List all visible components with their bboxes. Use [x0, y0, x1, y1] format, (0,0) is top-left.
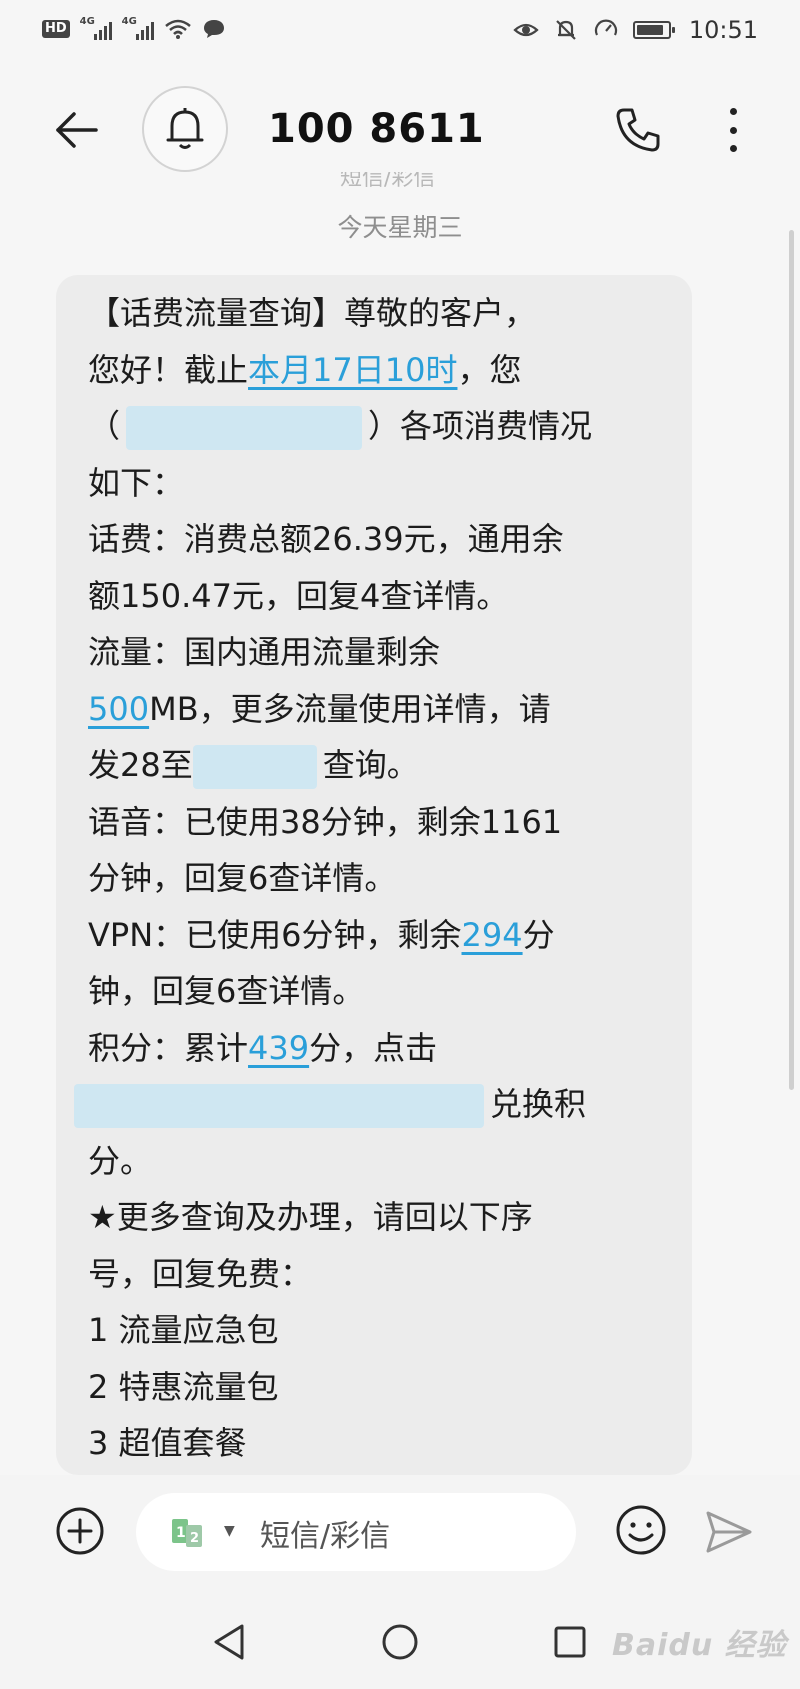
- back-arrow-icon[interactable]: [50, 102, 106, 158]
- message-line: 500MB，更多流量使用详情，请: [88, 689, 551, 728]
- message-line: 钟，回复6查详情。: [88, 972, 365, 1010]
- wifi-icon: [164, 19, 191, 39]
- message-line: ★更多查询及办理，请回以下序: [88, 1198, 533, 1236]
- nav-back-icon[interactable]: [210, 1622, 248, 1662]
- cell-signal-1-icon: 4G: [80, 16, 112, 40]
- message-text: 【话费流量查询】尊敬的客户， 您好！截止本月17日10时，您 （）各项消费情况 …: [74, 285, 668, 1472]
- redacted-number: [192, 745, 317, 789]
- message-line: 语音：已使用38分钟，剩余1161: [88, 802, 563, 841]
- eye-comfort-icon: [513, 23, 539, 37]
- status-time: 10:51: [688, 16, 758, 44]
- message-line: 分钟，回复6查详情。: [88, 859, 397, 897]
- date-separator: 今天星期三: [337, 213, 463, 242]
- message-line: 额150.47元，回复4查详情。: [88, 576, 509, 615]
- sim-card-icon[interactable]: 1 2: [170, 1517, 210, 1549]
- message-line: 2 特惠流量包: [88, 1367, 279, 1406]
- message-line: 1 流量应急包: [88, 1311, 279, 1349]
- message-line: 3 超值套餐: [88, 1424, 247, 1462]
- message-line: VPN：已使用6分钟，剩余294分: [88, 915, 555, 954]
- speedometer-icon: [594, 19, 617, 36]
- battery-fill: [636, 25, 663, 35]
- redacted-url[interactable]: [74, 1084, 484, 1128]
- status-bar: HD 4G 4G 10:51: [0, 0, 800, 66]
- vpn-minutes-link[interactable]: 294: [462, 916, 523, 954]
- nav-recent-icon[interactable]: [552, 1624, 588, 1660]
- emoji-icon[interactable]: [614, 1503, 668, 1557]
- message-line: 分。: [88, 1141, 153, 1180]
- hd-badge: HD: [42, 20, 70, 38]
- points-link[interactable]: 439: [248, 1029, 309, 1067]
- add-circle-icon[interactable]: [54, 1505, 106, 1557]
- svg-text:2: 2: [190, 1531, 199, 1546]
- cell-signal-2-icon: 4G: [122, 16, 154, 40]
- nav-home-icon[interactable]: [380, 1622, 420, 1662]
- data-amount-link[interactable]: 500: [88, 690, 149, 728]
- redacted-phone-number: [126, 406, 363, 450]
- chat-notification-icon: [203, 20, 224, 38]
- more-vert-icon[interactable]: [716, 102, 750, 158]
- message-line: 如下：: [88, 463, 185, 502]
- battery-icon: [632, 21, 675, 39]
- bell-icon: [166, 108, 204, 149]
- message-line: 兑换积: [74, 1076, 668, 1133]
- chevron-down-icon[interactable]: ▼: [224, 1523, 235, 1539]
- message-composer: 1 2 ▼ 短信/彩信: [0, 1475, 800, 1590]
- message-line: 话费：消费总额26.39元，通用余: [88, 520, 564, 558]
- message-input[interactable]: 1 2 ▼ 短信/彩信: [136, 1493, 576, 1571]
- status-left: HD 4G 4G: [42, 16, 226, 40]
- message-line: 流量：国内通用流量剩余: [88, 633, 441, 671]
- baidu-watermark: Baidu 经验: [612, 1628, 787, 1663]
- system-nav-bar: Baidu 经验: [0, 1590, 800, 1689]
- contact-avatar[interactable]: [142, 86, 228, 172]
- date-link[interactable]: 本月17日10时: [248, 351, 457, 389]
- svg-text:1: 1: [176, 1525, 186, 1541]
- scrollbar[interactable]: [789, 230, 794, 1090]
- message-line: 您好！截止本月17日10时，您: [88, 350, 522, 389]
- status-right: 10:51: [513, 16, 758, 44]
- message-bubble[interactable]: 【话费流量查询】尊敬的客户， 您好！截止本月17日10时，您 （）各项消费情况 …: [56, 275, 692, 1475]
- message-line: （）各项消费情况: [88, 398, 668, 455]
- message-input-placeholder: 短信/彩信: [260, 1519, 391, 1554]
- mute-bell-icon: [556, 20, 576, 40]
- message-line: 号，回复免费：: [88, 1254, 313, 1293]
- contact-number: 100 8611: [268, 106, 485, 152]
- phone-icon[interactable]: [612, 104, 664, 156]
- message-line: 积分：累计439分，点击: [88, 1028, 438, 1067]
- message-line: 发28至 查询。: [88, 737, 668, 794]
- send-icon[interactable]: [702, 1505, 756, 1559]
- previous-message-label: 短信/彩信: [340, 172, 436, 191]
- message-line: 【话费流量查询】尊敬的客户，: [88, 294, 537, 332]
